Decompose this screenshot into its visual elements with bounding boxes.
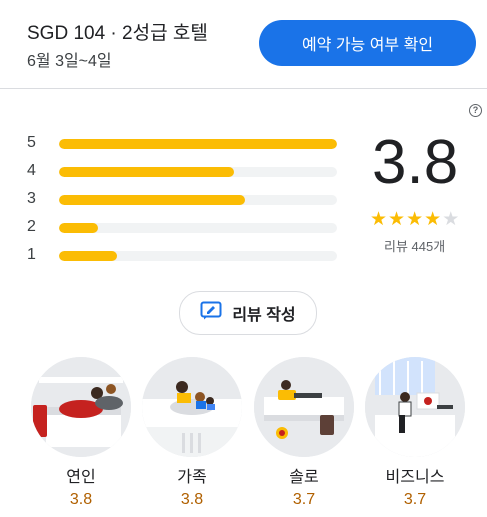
rating-bar: [59, 167, 337, 177]
rating-bar-fill: [59, 139, 337, 149]
rating-bar: [59, 195, 337, 205]
star-icon: ★: [388, 209, 407, 230]
traveler-label: 솔로: [289, 469, 319, 486]
rating-bar-fill: [59, 223, 98, 233]
check-availability-button[interactable]: 예약 가능 여부 확인: [259, 20, 476, 66]
traveler-couple[interactable]: 연인 3.8: [31, 357, 131, 509]
star-icon: ★: [424, 209, 443, 230]
divider: [0, 88, 487, 89]
rating-label: 1: [27, 246, 36, 263]
rating-row-4: 4: [27, 162, 347, 182]
rating-bar: [59, 139, 337, 149]
help-icon[interactable]: ?: [469, 104, 482, 117]
rating-row-2: 2: [27, 218, 347, 238]
rating-row-3: 3: [27, 190, 347, 210]
hotel-header: SGD 104 · 2성급 호텔 6월 3일~4일 예약 가능 여부 확인: [0, 0, 487, 88]
review-count[interactable]: 리뷰 445개: [384, 236, 445, 255]
traveler-label: 비즈니스: [385, 469, 445, 486]
star-rating: ★★★★★: [370, 208, 460, 231]
family-illustration: [142, 357, 242, 457]
rating-bar-fill: [59, 167, 235, 177]
overall-score: 3.8: [372, 128, 459, 197]
rating-row-1: 1: [27, 246, 347, 266]
star-empty-icon: ★: [442, 209, 461, 230]
business-illustration: [365, 357, 465, 457]
traveler-score: 3.8: [69, 491, 93, 508]
rating-label: 3: [27, 190, 36, 207]
write-review-button[interactable]: 리뷰 작성: [179, 291, 317, 335]
rating-bar: [59, 223, 337, 233]
traveler-label: 연인: [66, 469, 96, 486]
rating-label: 4: [27, 162, 36, 179]
traveler-score: 3.8: [180, 491, 204, 508]
traveler-family[interactable]: 가족 3.8: [142, 357, 242, 509]
write-review-label: 리뷰 작성: [232, 307, 296, 324]
rating-bar-fill: [59, 195, 246, 205]
traveler-business[interactable]: 비즈니스 3.7: [365, 357, 465, 509]
rating-label: 2: [27, 218, 36, 235]
star-icon: ★: [370, 209, 389, 230]
rating-row-5: 5: [27, 134, 347, 154]
rating-bar: [59, 251, 337, 261]
traveler-score: 3.7: [403, 491, 427, 508]
star-icon: ★: [406, 209, 425, 230]
rating-bar-fill: [59, 251, 118, 261]
rate-review-icon: [200, 301, 222, 326]
traveler-label: 가족: [177, 469, 207, 486]
couple-illustration: [31, 357, 131, 457]
hotel-title: SGD 104 · 2성급 호텔: [27, 23, 208, 44]
rating-label: 5: [27, 134, 36, 151]
solo-illustration: [254, 357, 354, 457]
traveler-score: 3.7: [292, 491, 316, 508]
traveler-solo[interactable]: 솔로 3.7: [254, 357, 354, 509]
stay-dates: 6월 3일~4일: [27, 53, 112, 70]
